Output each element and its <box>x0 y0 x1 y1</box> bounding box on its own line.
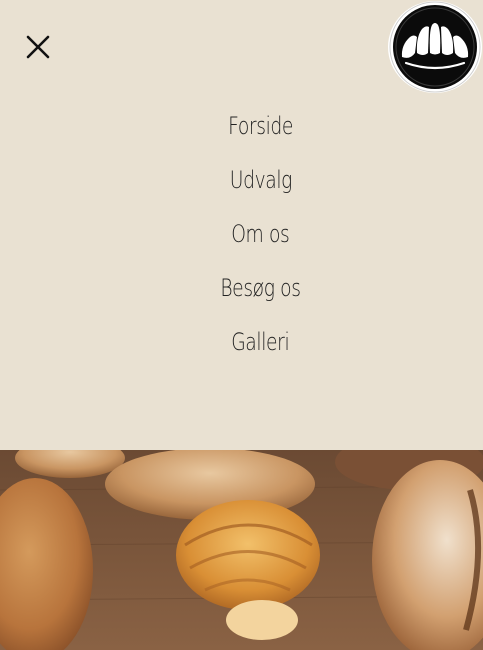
nav-item-besog-os: Besøg os <box>0 266 483 320</box>
close-icon <box>26 35 50 59</box>
nav-item-om-os: Om os <box>0 212 483 266</box>
close-button[interactable] <box>22 31 54 63</box>
nav-link-forside[interactable]: Forside <box>228 104 293 148</box>
nav-link-besog-os[interactable]: Besøg os <box>220 266 301 310</box>
main-nav: Forside Udvalg Om os Besøg os Galleri <box>0 104 483 374</box>
nav-link-galleri[interactable]: Galleri <box>231 320 289 364</box>
nav-link-udvalg[interactable]: Udvalg <box>229 158 292 202</box>
hero-bread-image <box>0 450 483 650</box>
brand-logo[interactable] <box>388 1 482 93</box>
nav-item-galleri: Galleri <box>0 320 483 374</box>
nav-link-om-os[interactable]: Om os <box>231 212 290 256</box>
croissant-logo-icon <box>389 1 481 93</box>
menu-overlay: Forside Udvalg Om os Besøg os Galleri <box>0 0 483 450</box>
bread-photo <box>0 450 483 650</box>
nav-item-udvalg: Udvalg <box>0 158 483 212</box>
nav-item-forside: Forside <box>0 104 483 158</box>
